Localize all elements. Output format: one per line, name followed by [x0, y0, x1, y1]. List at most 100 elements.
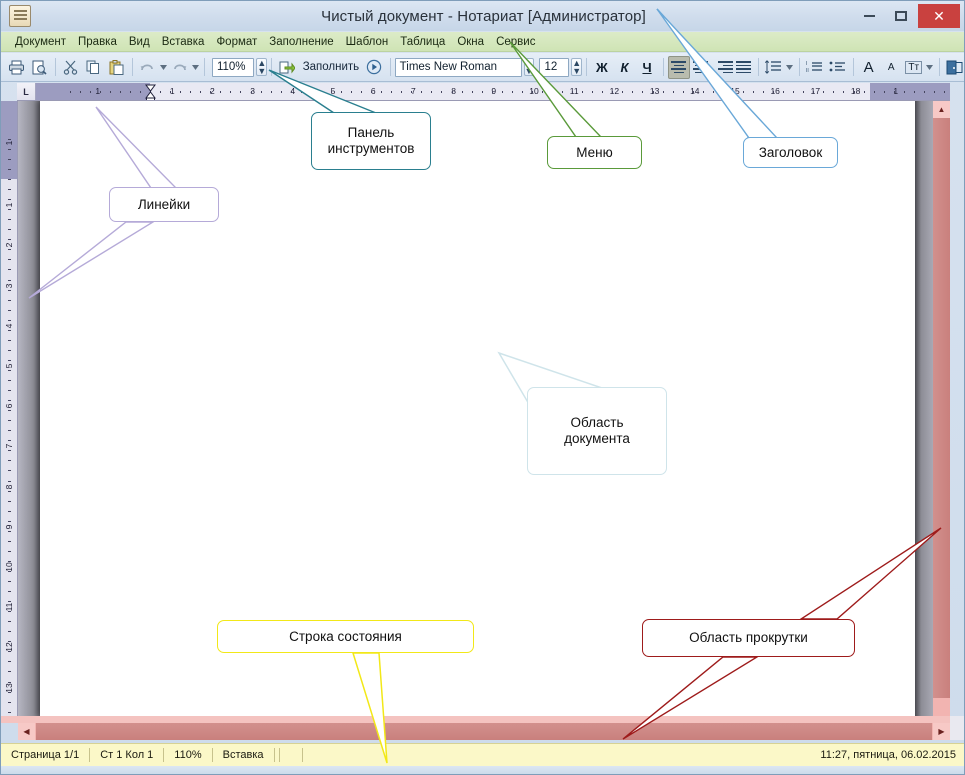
vruler-tick — [8, 631, 11, 633]
font-size-input[interactable]: 12 — [539, 57, 570, 77]
ruler-tick — [803, 91, 805, 93]
ruler-tick — [662, 91, 664, 93]
horizontal-scroll-thumb[interactable] — [36, 723, 932, 740]
menu-item-format[interactable]: Формат — [210, 34, 263, 50]
ruler-tick — [421, 91, 423, 93]
redo-dropdown-icon[interactable] — [191, 56, 199, 79]
window-controls: ✕ — [854, 4, 964, 28]
page-shadow-left — [18, 101, 40, 716]
maximize-button[interactable] — [886, 6, 916, 26]
fill-arrow-icon[interactable] — [276, 56, 298, 79]
menu-item-windows[interactable]: Окна — [451, 34, 490, 50]
play-circle-icon[interactable] — [363, 56, 385, 79]
align-justify-icon[interactable] — [733, 56, 755, 79]
bold-button[interactable]: Ж — [591, 56, 613, 79]
ruler-tick — [79, 91, 81, 93]
toolbar-separator — [798, 58, 800, 76]
menu-item-edit[interactable]: Правка — [72, 34, 123, 50]
ruler-tick — [541, 91, 543, 93]
vertical-scroll-thumb[interactable] — [933, 118, 950, 698]
vruler-number: 5 — [4, 363, 14, 369]
italic-button[interactable]: К — [614, 56, 636, 79]
scroll-up-arrow-icon[interactable]: ▲ — [933, 101, 950, 118]
vruler-tick — [8, 430, 11, 432]
fill-button-label[interactable]: Заполнить — [303, 61, 359, 73]
align-right-icon[interactable] — [711, 56, 733, 79]
ruler-tick — [371, 91, 373, 93]
undo-dropdown-icon[interactable] — [159, 56, 167, 79]
vruler-tick — [8, 560, 11, 562]
status-datetime: 11:27, пятница, 06.02.2015 — [820, 749, 956, 761]
vruler-tick — [8, 701, 11, 703]
vruler-tick — [8, 229, 11, 231]
increase-font-icon[interactable]: A — [858, 56, 880, 79]
bulleted-list-icon[interactable] — [826, 56, 848, 79]
ruler-tick — [763, 91, 765, 93]
redo-icon[interactable] — [168, 56, 190, 79]
undo-icon[interactable] — [137, 56, 159, 79]
vertical-ruler[interactable]: 1 1 2 3 4 5 6 7 8 9 10 11 12 13 — [1, 101, 18, 716]
ruler-tick — [943, 91, 945, 93]
zoom-input[interactable]: 110% — [211, 57, 255, 77]
toolbar-separator — [389, 58, 391, 76]
ruler-tick — [622, 91, 624, 93]
horizontal-scrollbar[interactable]: ◀ ▶ — [18, 723, 950, 740]
menu-item-table[interactable]: Таблица — [394, 34, 451, 50]
menu-item-template[interactable]: Шаблон — [340, 34, 395, 50]
ruler-tick — [843, 91, 845, 93]
exit-door-icon[interactable] — [944, 56, 964, 79]
tab-stop-selector[interactable]: L — [17, 83, 36, 100]
ruler-number: 14 — [690, 86, 700, 96]
menu-item-service[interactable]: Сервис — [490, 34, 541, 50]
scroll-left-arrow-icon[interactable]: ◀ — [18, 723, 35, 740]
menu-item-fill[interactable]: Заполнение — [263, 34, 339, 50]
ruler-text-area — [150, 83, 870, 100]
vruler-tick — [8, 269, 11, 271]
ruler-tick — [210, 91, 212, 93]
change-case-dropdown-icon[interactable] — [926, 56, 934, 79]
vruler-tick — [8, 540, 11, 542]
numbered-list-icon[interactable]: I II — [804, 56, 826, 79]
svg-text:I: I — [806, 61, 807, 67]
decrease-font-icon[interactable]: A — [880, 56, 902, 79]
menu-item-insert[interactable]: Вставка — [156, 34, 211, 50]
menu-item-document[interactable]: Документ — [9, 34, 72, 50]
font-name-dropdown[interactable]: ▲ ▼ — [523, 58, 535, 76]
ruler-tick — [330, 91, 332, 93]
copy-icon[interactable] — [83, 56, 105, 79]
vruler-tick — [8, 530, 11, 532]
cut-icon[interactable] — [60, 56, 82, 79]
ruler-tick — [702, 91, 704, 93]
vruler-tick — [8, 510, 11, 512]
scrollbar-corner — [950, 716, 964, 740]
menu-item-view[interactable]: Вид — [123, 34, 156, 50]
print-preview-icon[interactable] — [29, 56, 51, 79]
ruler-tick — [501, 91, 503, 93]
ruler-number: 18 — [850, 86, 861, 96]
align-center-icon[interactable] — [690, 56, 712, 79]
line-spacing-dropdown-icon[interactable] — [786, 56, 794, 79]
underline-button[interactable]: Ч — [636, 56, 658, 79]
change-case-icon[interactable]: Tт — [903, 56, 925, 79]
vruler-tick — [8, 179, 11, 180]
align-left-icon[interactable] — [667, 55, 690, 79]
font-name-input[interactable]: Times New Roman — [394, 57, 522, 77]
close-button[interactable]: ✕ — [918, 4, 960, 28]
vruler-tick — [8, 480, 11, 482]
line-spacing-icon[interactable] — [763, 56, 785, 79]
ruler-tick — [562, 91, 564, 93]
indent-marker[interactable] — [145, 84, 156, 100]
vertical-scrollbar[interactable]: ▲ — [933, 101, 950, 716]
ruler-tick — [672, 91, 674, 93]
vruler-tick — [8, 148, 11, 150]
font-size-stepper[interactable]: ▲ ▼ — [571, 58, 583, 76]
zoom-stepper[interactable]: ▲ ▼ — [256, 58, 268, 76]
minimize-button[interactable] — [854, 6, 884, 26]
ruler-tick — [401, 91, 403, 93]
scroll-right-arrow-icon[interactable]: ▶ — [933, 723, 950, 740]
paste-icon[interactable] — [105, 56, 127, 79]
print-icon[interactable] — [6, 56, 28, 79]
callout-docarea-line2: документа — [564, 431, 630, 446]
horizontal-ruler[interactable]: L 1 1 2 3 4 5 6 7 8 9 10 11 12 13 14 15 16 17 18 1 — [17, 83, 950, 101]
ruler-tick — [441, 91, 443, 93]
